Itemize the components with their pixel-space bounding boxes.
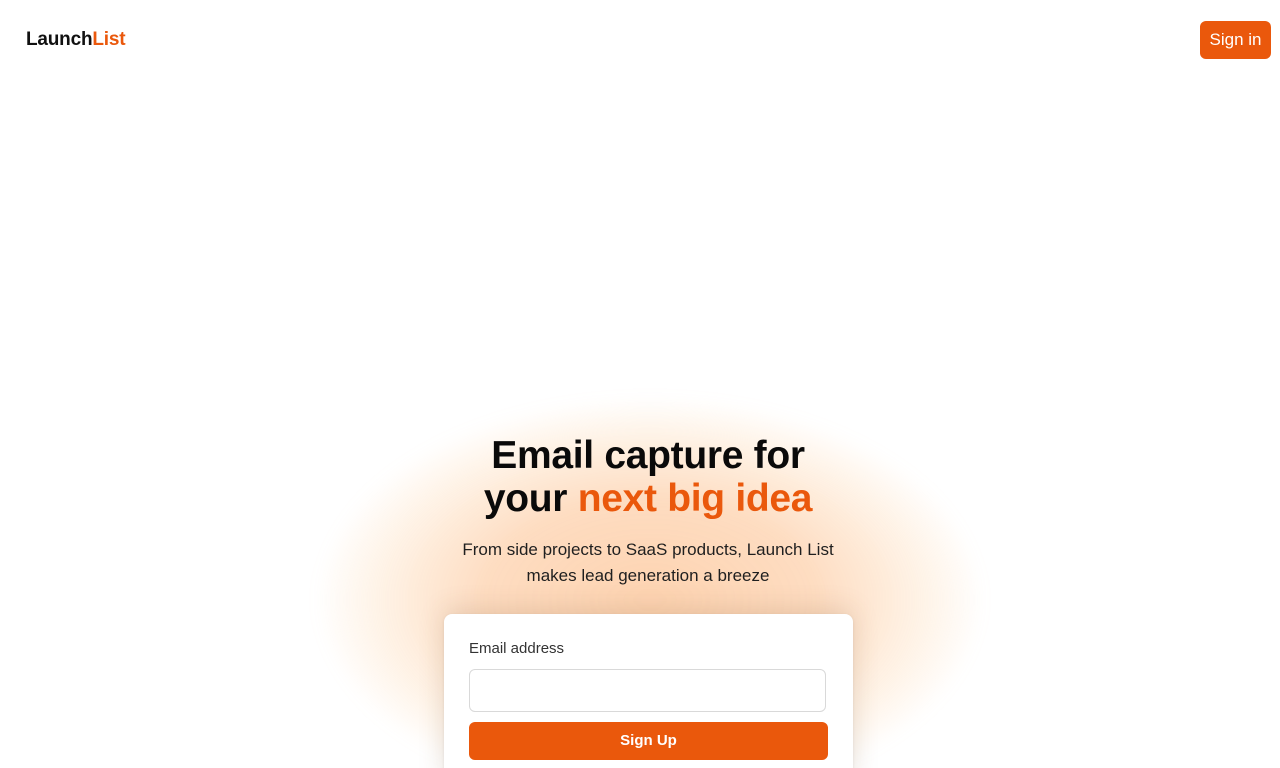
- logo-text-main: Launch: [26, 29, 93, 50]
- signup-card: Email address Sign Up: [444, 614, 853, 768]
- hero-subtitle: From side projects to SaaS products, Lau…: [420, 537, 876, 589]
- logo-text-accent: List: [92, 29, 126, 50]
- hero-title: Email capture for your next big idea: [340, 434, 956, 520]
- hero-title-line2-plain: your: [483, 477, 578, 520]
- email-label: Email address: [469, 640, 565, 657]
- hero-title-line2-accent: next big idea: [577, 477, 813, 520]
- hero-subtitle-line1: From side projects to SaaS products, Lau…: [462, 540, 834, 559]
- sign-up-button[interactable]: Sign Up: [469, 722, 828, 760]
- sign-in-button[interactable]: Sign in: [1200, 21, 1271, 59]
- hero-title-line1: Email capture for: [491, 434, 805, 477]
- email-input[interactable]: [469, 669, 826, 712]
- logo[interactable]: LaunchList: [26, 29, 126, 51]
- hero-subtitle-line2: makes lead generation a breeze: [526, 566, 770, 585]
- landing-page: LaunchList Sign in Email capture for you…: [0, 0, 1280, 768]
